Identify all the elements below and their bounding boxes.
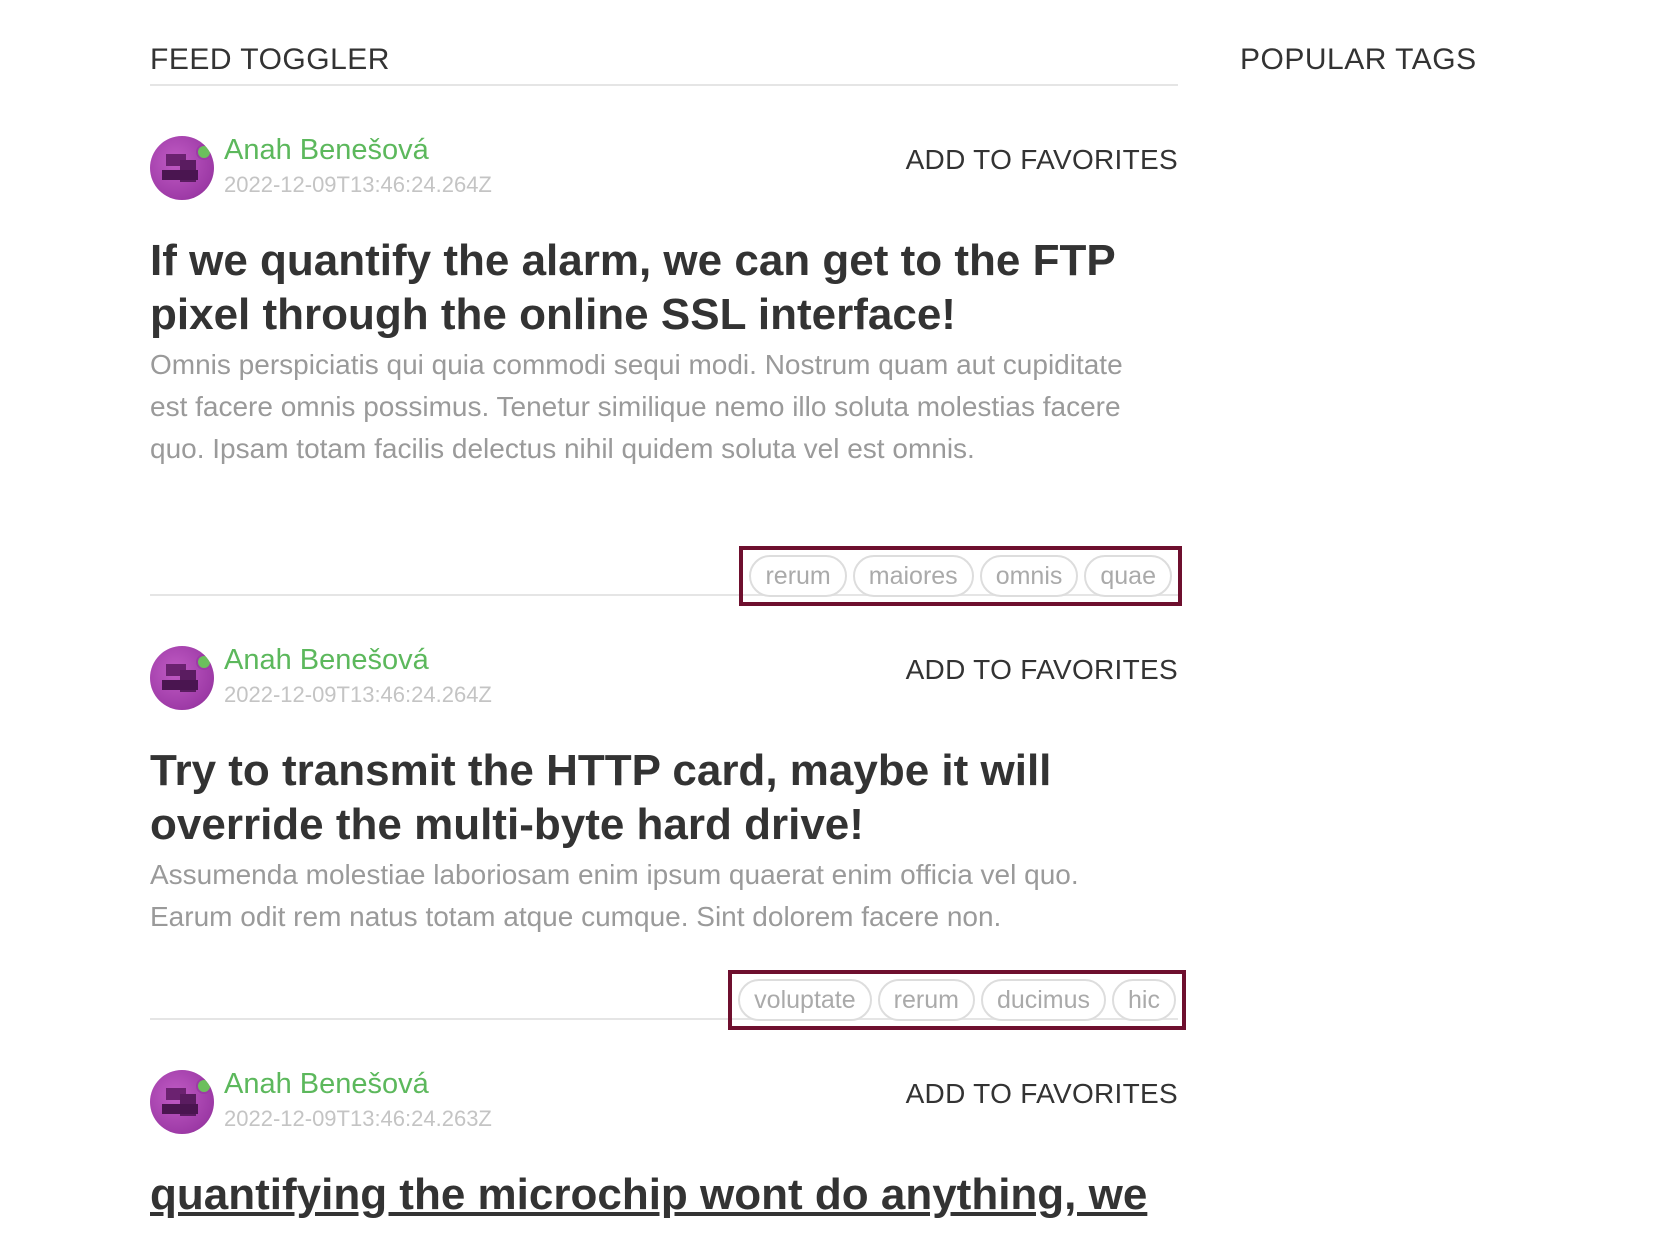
- article-date: 2022-12-09T13:46:24.263Z: [224, 1106, 492, 1131]
- article-meta: Anah Benešová 2022-12-09T13:46:24.263Z A…: [150, 1068, 1178, 1140]
- online-indicator-icon: [196, 1078, 212, 1094]
- author-avatar[interactable]: [150, 136, 214, 200]
- online-indicator-icon: [196, 144, 212, 160]
- article-meta: Anah Benešová 2022-12-09T13:46:24.264Z A…: [150, 644, 1178, 716]
- author-link[interactable]: Anah Benešová: [224, 644, 429, 677]
- article-title[interactable]: quantifying the microchip wont do anythi…: [150, 1168, 1160, 1222]
- article-meta: Anah Benešová 2022-12-09T13:46:24.264Z A…: [150, 134, 1178, 206]
- article-preview: Anah Benešová 2022-12-09T13:46:24.264Z A…: [150, 596, 1186, 1030]
- tag-pill[interactable]: voluptate: [738, 979, 872, 1021]
- article-title[interactable]: Try to transmit the HTTP card, maybe it …: [150, 744, 1160, 852]
- tag-pill[interactable]: quae: [1084, 555, 1172, 597]
- avatar-shape: [162, 170, 198, 180]
- author-link[interactable]: Anah Benešová: [224, 1068, 429, 1101]
- article-description: Omnis perspiciatis qui quia commodi sequ…: [150, 349, 1123, 464]
- add-to-favorites-button[interactable]: ADD TO FAVORITES: [906, 654, 1178, 686]
- feed-toggler: FEED TOGGLER: [150, 38, 1178, 86]
- tag-pill[interactable]: rerum: [749, 555, 847, 597]
- feed-toggler-title: FEED TOGGLER: [150, 43, 390, 76]
- article-date: 2022-12-09T13:46:24.264Z: [224, 172, 492, 197]
- article-preview: Anah Benešová 2022-12-09T13:46:24.263Z A…: [150, 1020, 1178, 1240]
- popular-tags-title: POPULAR TAGS: [1240, 43, 1477, 76]
- tag-pill[interactable]: ducimus: [980, 979, 1107, 1021]
- article-date: 2022-12-09T13:46:24.264Z: [224, 682, 492, 707]
- tag-pill[interactable]: maiores: [852, 555, 974, 597]
- sidebar: POPULAR TAGS: [1240, 38, 1640, 82]
- author-avatar[interactable]: [150, 646, 214, 710]
- avatar-shape: [162, 1104, 198, 1114]
- online-indicator-icon: [196, 654, 212, 670]
- tag-pill[interactable]: hic: [1112, 979, 1176, 1021]
- page: FEED TOGGLER Anah Benešová 2022-12-09T13…: [0, 0, 1676, 1219]
- author-link[interactable]: Anah Benešová: [224, 134, 429, 167]
- feed-column: FEED TOGGLER Anah Benešová 2022-12-09T13…: [150, 38, 1186, 1240]
- tag-pill[interactable]: omnis: [979, 555, 1079, 597]
- add-to-favorites-button[interactable]: ADD TO FAVORITES: [906, 144, 1178, 176]
- tag-pill[interactable]: rerum: [877, 979, 975, 1021]
- author-avatar[interactable]: [150, 1070, 214, 1134]
- article-preview: Anah Benešová 2022-12-09T13:46:24.264Z A…: [150, 86, 1182, 606]
- avatar-shape: [162, 680, 198, 690]
- article-title[interactable]: If we quantify the alarm, we can get to …: [150, 234, 1160, 342]
- article-description: Assumenda molestiae laboriosam enim ipsu…: [150, 859, 1079, 932]
- add-to-favorites-button[interactable]: ADD TO FAVORITES: [906, 1078, 1178, 1110]
